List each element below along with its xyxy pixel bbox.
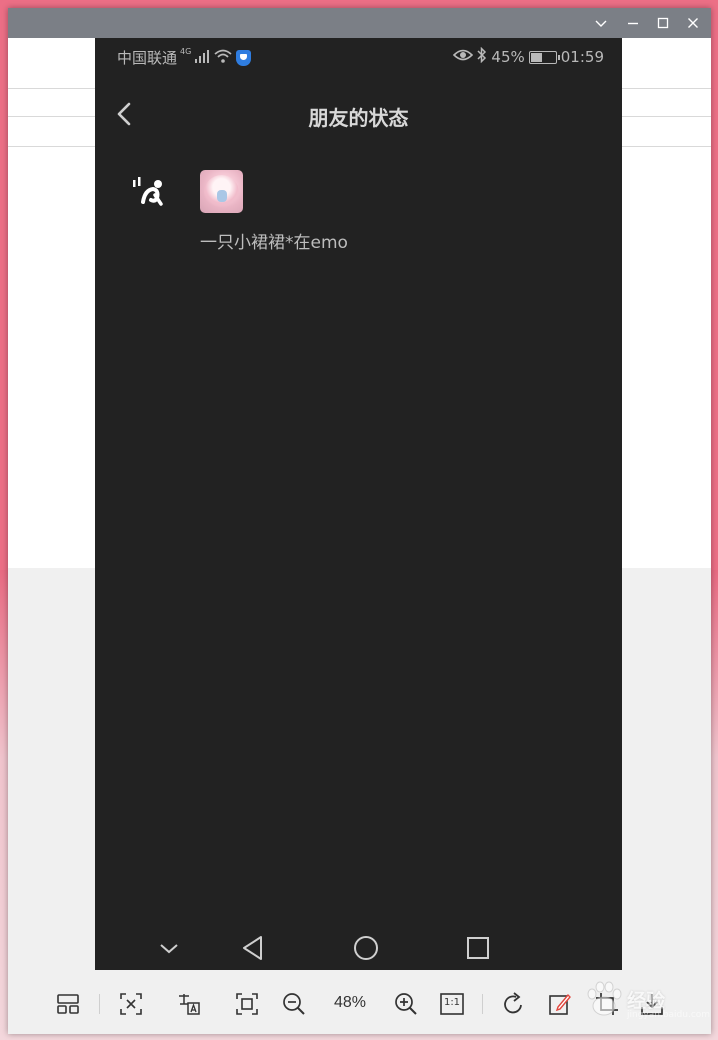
- nav-recents-icon[interactable]: [458, 928, 498, 968]
- fit-screen-icon[interactable]: [233, 990, 261, 1018]
- toolbar-divider: [482, 994, 483, 1014]
- nav-home-icon[interactable]: [346, 928, 386, 968]
- clock: 01:59: [560, 48, 604, 66]
- battery-percent: 45%: [491, 48, 525, 66]
- zoom-in-icon[interactable]: [392, 990, 420, 1018]
- network-type-label: 4G: [180, 47, 192, 56]
- zoom-out-icon[interactable]: [280, 990, 308, 1018]
- wifi-icon: [213, 48, 233, 68]
- zoom-level: 48%: [333, 994, 367, 1011]
- exit-fit-icon[interactable]: [117, 990, 145, 1018]
- watermark-text: 经验: [627, 990, 666, 1012]
- actual-size-button[interactable]: 1:1: [438, 990, 466, 1018]
- rotate-icon[interactable]: [499, 990, 527, 1018]
- battery-icon: [528, 50, 560, 64]
- watermark-subtext: jingyan.baidu.com: [627, 1010, 711, 1020]
- layout-icon[interactable]: [54, 990, 82, 1018]
- carrier-label: 中国联通: [117, 49, 178, 67]
- security-shield-icon: [236, 49, 252, 66]
- system-navigation-bar: [95, 928, 622, 968]
- nav-back-icon[interactable]: [233, 928, 273, 968]
- signal-icon: [194, 49, 210, 67]
- friend-avatar[interactable]: [200, 170, 243, 213]
- edit-icon[interactable]: [546, 990, 574, 1018]
- minimize-button[interactable]: [625, 15, 641, 31]
- paw-logo-icon: [587, 981, 622, 1016]
- image-viewer-window: 中国联通 4G 45% 01:59 朋友的状态 一只小裙裙*在emo 48% 1…: [8, 8, 711, 1034]
- page-header: 朋友的状态: [95, 88, 622, 140]
- friend-name[interactable]: 一只小裙裙*在emo: [200, 228, 348, 253]
- eye-comfort-icon: [453, 48, 474, 66]
- maximize-button[interactable]: [655, 15, 671, 31]
- bluetooth-icon: [477, 46, 487, 67]
- emo-status-icon: [129, 170, 169, 210]
- translate-icon[interactable]: [175, 990, 203, 1018]
- window-titlebar: [8, 8, 711, 38]
- actual-size-label: 1:1: [443, 997, 461, 1008]
- page-title: 朋友的状态: [308, 106, 409, 130]
- collapse-chevron-icon[interactable]: [149, 928, 189, 968]
- phone-screenshot: 中国联通 4G 45% 01:59 朋友的状态 一只小裙裙*在emo: [95, 38, 622, 975]
- status-bar: 中国联通 4G 45% 01:59: [95, 38, 622, 76]
- avatar-detail: [217, 190, 227, 202]
- chevron-down-icon[interactable]: [593, 15, 609, 31]
- baidu-jingyan-watermark: 经验 jingyan.baidu.com: [583, 978, 710, 1028]
- close-button[interactable]: [685, 15, 701, 31]
- toolbar-divider: [99, 994, 100, 1014]
